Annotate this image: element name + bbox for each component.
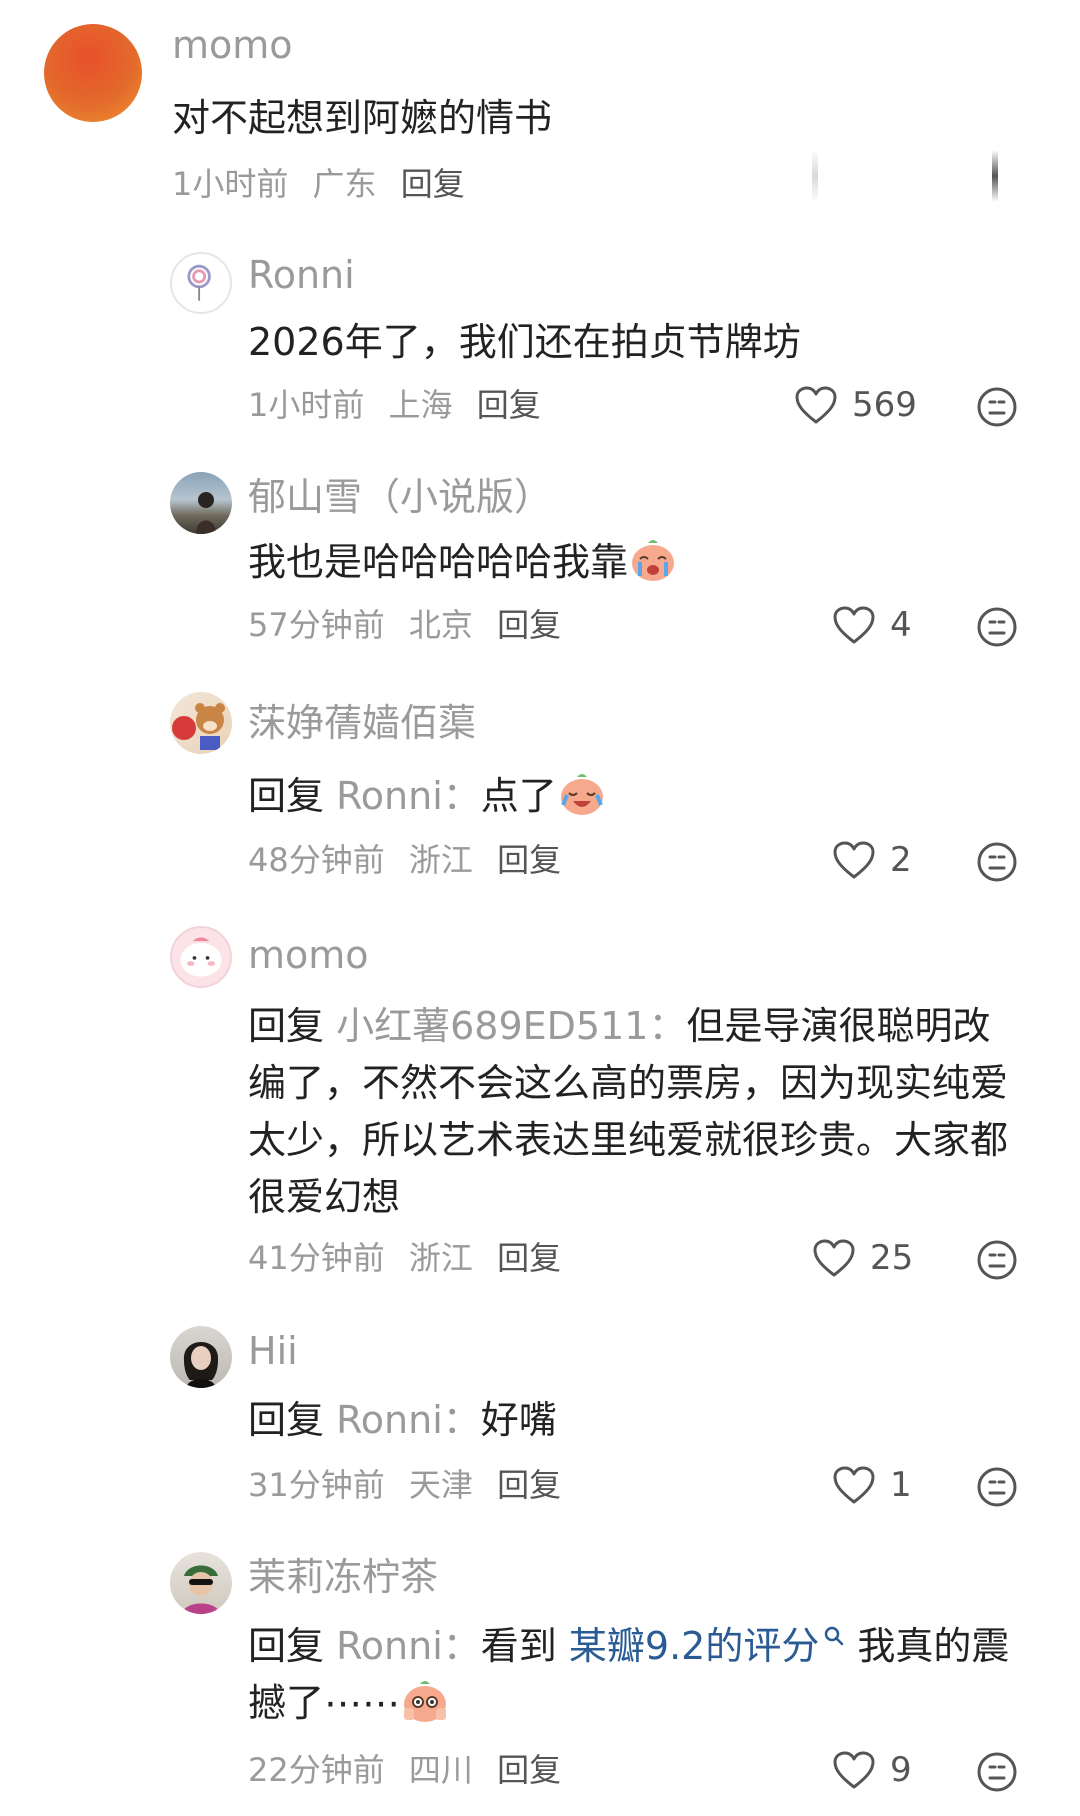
avatar[interactable] xyxy=(170,1326,232,1388)
username[interactable]: Ronni xyxy=(248,252,355,298)
comment-body: 我也是哈哈哈哈哈我靠 xyxy=(248,540,629,584)
comment-meta: 48分钟前 浙江 回复 xyxy=(248,840,561,880)
timestamp: 48分钟前 xyxy=(248,841,385,879)
person-photo xyxy=(182,1565,220,1614)
avatar[interactable] xyxy=(170,1552,232,1614)
like-count: 9 xyxy=(890,1750,912,1790)
comment-body: 好嘴 xyxy=(480,1398,557,1442)
avatar[interactable] xyxy=(170,252,232,314)
avatar[interactable] xyxy=(170,692,232,754)
comment-body: 看到 xyxy=(480,1624,557,1668)
comment-text: 对不起想到阿嬷的情书 xyxy=(172,96,553,140)
username[interactable]: 茉莉冻柠茶 xyxy=(248,1554,438,1600)
emoji-react-icon[interactable] xyxy=(976,1751,1018,1793)
like-button[interactable]: 2 xyxy=(832,840,912,880)
avatar[interactable] xyxy=(170,472,232,534)
heart-icon xyxy=(813,1239,855,1277)
person-photo xyxy=(196,492,216,534)
username[interactable]: 莯婙蒨嫱佰蕖 xyxy=(248,700,476,746)
like-button[interactable]: 569 xyxy=(794,385,917,425)
location: 广东 xyxy=(312,165,377,203)
username[interactable]: Hii xyxy=(248,1328,298,1374)
reply-button[interactable]: 回复 xyxy=(497,841,561,879)
like-count: 569 xyxy=(852,385,917,425)
reply-button[interactable]: 回复 xyxy=(497,1751,561,1789)
reply-target[interactable]: Ronni： xyxy=(336,774,481,818)
comment-text: 2026年了，我们还在拍贞节牌坊 xyxy=(248,320,801,364)
reply-button[interactable]: 回复 xyxy=(497,606,561,644)
comment-text: 回复 小红薯689ED511：但是导演很聪明改编了，不然不会这么高的票房，因为现… xyxy=(248,998,1028,1226)
like-count: 2 xyxy=(890,840,912,880)
emoji-react-icon[interactable] xyxy=(976,841,1018,883)
timestamp: 41分钟前 xyxy=(248,1239,385,1277)
reply-prefix: 回复 xyxy=(248,1398,325,1442)
comment-meta: 41分钟前 浙江 回复 xyxy=(248,1238,561,1278)
avatar[interactable] xyxy=(170,926,232,988)
reply-button[interactable]: 回复 xyxy=(497,1466,561,1504)
reply-prefix: 回复 xyxy=(248,1624,325,1668)
location: 浙江 xyxy=(408,841,473,879)
reply-button[interactable]: 回复 xyxy=(477,386,541,424)
laughing-emoji xyxy=(560,774,603,815)
cartoon-avatar xyxy=(180,937,222,977)
reply-button[interactable]: 回复 xyxy=(401,165,465,203)
emoji-react-icon[interactable] xyxy=(976,606,1018,648)
like-count: 1 xyxy=(890,1465,912,1505)
lollipop-icon xyxy=(187,264,211,301)
reply-target[interactable]: Ronni： xyxy=(336,1624,481,1668)
comment-text: 回复 Ronni：好嘴 xyxy=(248,1392,1028,1449)
like-button[interactable]: 9 xyxy=(832,1750,912,1790)
like-count: 4 xyxy=(890,605,912,645)
comment-meta: 1小时前 广东 回复 xyxy=(172,164,465,204)
like-count: 25 xyxy=(870,1238,914,1278)
comment-meta: 31分钟前 天津 回复 xyxy=(248,1465,561,1505)
timestamp: 1小时前 xyxy=(248,386,365,424)
heart-icon xyxy=(833,841,875,879)
heart-icon xyxy=(833,1466,875,1504)
comment-text: 回复 Ronni：看到 某瓣9.2的评分 我真的震撼了⋯⋯ xyxy=(248,1618,1038,1732)
username[interactable]: momo xyxy=(172,22,293,68)
comment-meta: 22分钟前 四川 回复 xyxy=(248,1750,561,1790)
username[interactable]: momo xyxy=(248,932,369,978)
reply-prefix: 回复 xyxy=(248,774,325,818)
comment-text: 回复 Ronni：点了 xyxy=(248,768,1028,825)
emoji-react-icon[interactable] xyxy=(976,1239,1018,1281)
comment-meta: 1小时前 上海 回复 xyxy=(248,385,541,425)
timestamp: 1小时前 xyxy=(172,165,289,203)
reply-button[interactable]: 回复 xyxy=(497,1239,561,1277)
timestamp: 22分钟前 xyxy=(248,1751,385,1789)
emoji-react-icon[interactable] xyxy=(976,1466,1018,1508)
person-photo xyxy=(183,1342,219,1388)
comment-meta: 57分钟前 北京 回复 xyxy=(248,605,561,645)
comment-text: 我也是哈哈哈哈哈我靠 xyxy=(248,534,1028,591)
scroll-indicator xyxy=(812,150,818,202)
timestamp: 31分钟前 xyxy=(248,1466,385,1504)
location: 浙江 xyxy=(408,1239,473,1277)
scroll-indicator xyxy=(992,150,998,202)
crying-emoji xyxy=(632,540,675,581)
username[interactable]: 郁山雪（小说版） xyxy=(248,474,552,520)
location: 四川 xyxy=(408,1751,473,1789)
search-link[interactable]: 某瓣9.2的评分 xyxy=(569,1624,819,1668)
heart-icon xyxy=(795,386,837,424)
comment-body: 点了 xyxy=(480,774,557,818)
heart-icon xyxy=(833,606,875,644)
shy-emoji xyxy=(404,1681,447,1722)
location: 北京 xyxy=(408,606,473,644)
like-button[interactable]: 4 xyxy=(832,605,912,645)
reply-target[interactable]: Ronni： xyxy=(336,1398,481,1442)
timestamp: 57分钟前 xyxy=(248,606,385,644)
reply-target[interactable]: 小红薯689ED511： xyxy=(336,1004,686,1048)
like-button[interactable]: 25 xyxy=(812,1238,913,1278)
location: 天津 xyxy=(408,1466,473,1504)
emoji-react-icon[interactable] xyxy=(976,386,1018,428)
search-icon[interactable] xyxy=(823,1625,845,1647)
bear-avatar xyxy=(172,703,225,750)
reply-prefix: 回复 xyxy=(248,1004,325,1048)
like-button[interactable]: 1 xyxy=(832,1465,912,1505)
location: 上海 xyxy=(388,386,453,424)
heart-icon xyxy=(833,1751,875,1789)
avatar[interactable] xyxy=(44,24,142,122)
